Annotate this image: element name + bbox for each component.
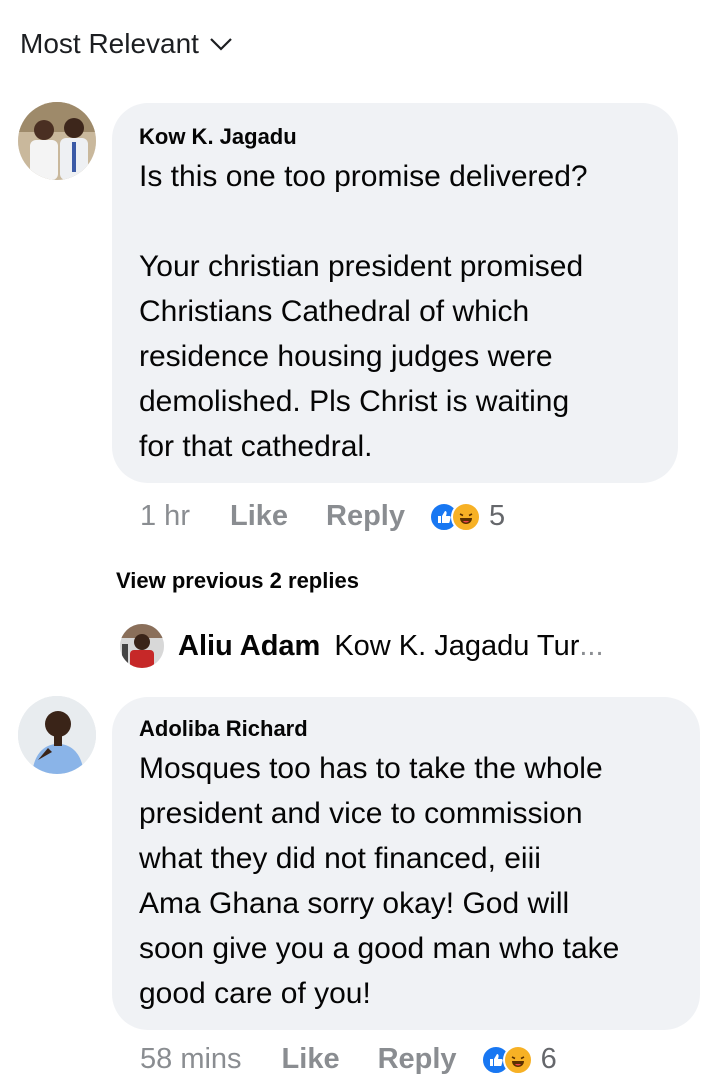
reactions-summary[interactable]: 5 bbox=[429, 500, 505, 533]
reactions-summary[interactable]: 6 bbox=[480, 1043, 557, 1076]
reply-button[interactable]: Reply bbox=[326, 500, 405, 533]
comment-text: Is this one too promise delivered? Your … bbox=[139, 160, 588, 463]
like-button[interactable]: Like bbox=[230, 500, 288, 533]
haha-reaction-icon bbox=[451, 501, 481, 532]
comment-actions: 58 mins Like Reply 6 bbox=[140, 1043, 557, 1076]
haha-reaction-icon bbox=[502, 1044, 533, 1075]
reply-button[interactable]: Reply bbox=[378, 1043, 457, 1076]
comment-time[interactable]: 58 mins bbox=[140, 1043, 242, 1076]
view-previous-replies-link[interactable]: View previous 2 replies bbox=[116, 568, 359, 594]
avatar[interactable] bbox=[18, 102, 96, 180]
chevron-down-icon bbox=[210, 38, 232, 51]
reply-preview[interactable]: Aliu Adam Kow K. Jagadu Tur ... bbox=[120, 624, 604, 668]
comment-actions: 1 hr Like Reply 5 bbox=[140, 500, 505, 533]
avatar[interactable] bbox=[120, 624, 164, 668]
comment-author[interactable]: Adoliba Richard bbox=[139, 716, 308, 742]
avatar[interactable] bbox=[18, 696, 96, 774]
comment-text: Mosques too has to take the whole presid… bbox=[139, 752, 620, 1010]
sort-dropdown[interactable]: Most Relevant bbox=[20, 28, 233, 60]
reply-author[interactable]: Aliu Adam bbox=[178, 630, 320, 663]
sort-label: Most Relevant bbox=[20, 28, 199, 59]
reaction-count: 5 bbox=[489, 500, 506, 532]
reply-snippet: Kow K. Jagadu Tur bbox=[334, 629, 580, 662]
reply-ellipsis: ... bbox=[579, 629, 604, 662]
comment-author[interactable]: Kow K. Jagadu bbox=[139, 124, 297, 150]
reaction-count: 6 bbox=[540, 1043, 557, 1075]
comment-time[interactable]: 1 hr bbox=[140, 500, 190, 533]
like-button[interactable]: Like bbox=[282, 1043, 340, 1076]
